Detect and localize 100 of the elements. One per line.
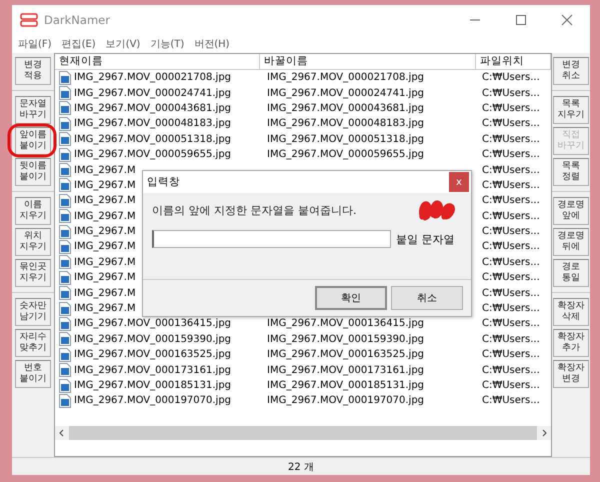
table-cell: C:₩Users... [482, 318, 540, 330]
table-cell: IMG_2967.MOV_000024741.jpg [267, 88, 424, 99]
table-cell: C:₩Users... [482, 241, 540, 252]
dialog-button[interactable]: 확인 [315, 286, 387, 310]
table-cell: IMG_2967.MOV_000159390.jpg [74, 334, 232, 345]
image-file-icon [59, 394, 71, 408]
image-file-icon [59, 116, 71, 131]
image-file-icon [59, 332, 71, 346]
image-file-icon [59, 240, 71, 254]
side-button[interactable]: 번호 붙이기 [15, 360, 51, 388]
side-button[interactable]: 앞이름 붙이기 [15, 127, 51, 155]
column-header[interactable]: 현재이름 [55, 54, 260, 69]
table-cell: IMG_2967.MOV_000043681.jpg [74, 102, 232, 114]
table-cell: IMG_2967.MOV_000051318.jpg [267, 134, 424, 145]
table-cell: C:₩Users... [482, 380, 540, 391]
table-cell: C:₩Users... [482, 180, 540, 191]
table-cell: IMG_2967.MOV_000024741.jpg [74, 88, 232, 99]
table-cell: IMG_2967.MOV_000197070.jpg [267, 395, 424, 406]
table-cell: IMG_2967.M [74, 272, 136, 284]
table-cell: IMG_2967.M [74, 210, 136, 222]
table-cell: IMG_2967.M [74, 195, 136, 206]
side-button[interactable]: 묶인곳 지우기 [15, 259, 51, 287]
image-file-icon [59, 163, 71, 178]
image-file-icon [59, 255, 71, 270]
table-cell: C:₩Users... [482, 288, 540, 299]
table-cell: C:₩Users... [482, 334, 540, 345]
side-button[interactable]: 뒷이름 붙이기 [15, 158, 51, 186]
dialog-button[interactable]: 취소 [391, 286, 463, 310]
image-file-icon [59, 378, 71, 392]
column-header[interactable]: 파일위치 [476, 54, 551, 69]
window-title: DarkNamer [44, 13, 110, 27]
table-cell: IMG_2967.M [74, 164, 136, 176]
table-cell: IMG_2967.MOV_000021708.jpg [74, 72, 232, 84]
side-button[interactable]: 목록 지우기 [553, 96, 589, 124]
table-cell: IMG_2967.M [74, 180, 136, 191]
menu-item[interactable]: 편집(E) [62, 37, 96, 51]
table-cell: C:₩Users... [482, 72, 540, 84]
side-button[interactable]: 자리수 맞추기 [15, 329, 51, 357]
table-cell: IMG_2967.MOV_000021708.jpg [267, 72, 424, 84]
image-file-icon [59, 70, 71, 85]
table-cell: C:₩Users... [482, 164, 540, 176]
image-file-icon [59, 178, 71, 192]
close-button[interactable]: x [449, 172, 469, 192]
image-file-icon [59, 209, 71, 224]
image-file-icon [59, 101, 71, 116]
table-cell: IMG_2967.MOV_000163525.jpg [74, 349, 232, 360]
side-button[interactable]: 위치 지우기 [15, 228, 51, 256]
image-file-icon [59, 286, 71, 300]
image-file-icon [59, 316, 71, 331]
image-file-icon [59, 302, 71, 316]
table-cell: IMG_2967.MOV_000185131.jpg [267, 380, 424, 391]
table-cell: C:₩Users... [482, 256, 540, 268]
side-button[interactable]: 변경 적용 [15, 57, 51, 85]
table-cell: IMG_2967.MOV_000059655.jpg [267, 149, 424, 160]
side-button[interactable]: 목록 정렬 [553, 158, 589, 186]
side-button[interactable]: 확장자 변경 [553, 360, 589, 388]
table-cell: IMG_2967.M [74, 303, 136, 314]
table-cell: IMG_2967.M [74, 226, 136, 238]
menu-item[interactable]: 파일(F) [18, 37, 52, 51]
menu-item[interactable]: 보기(V) [106, 37, 140, 51]
app-icon [20, 13, 38, 27]
input-field[interactable] [152, 230, 391, 248]
table-cell: C:₩Users... [482, 149, 540, 160]
image-file-icon [59, 148, 71, 162]
horizontal-scrollbar[interactable] [55, 426, 551, 440]
side-button[interactable]: 변경 취소 [553, 57, 589, 85]
table-cell: IMG_2967.M [74, 288, 136, 299]
table-cell: IMG_2967.MOV_000197070.jpg [74, 395, 232, 406]
table-cell: IMG_2967.M [74, 241, 136, 252]
table-cell: IMG_2967.M [74, 256, 136, 268]
table-cell: C:₩Users... [482, 195, 540, 206]
column-header[interactable]: 바꿀이름 [260, 54, 476, 69]
menu-item[interactable]: 버전(H) [194, 37, 230, 51]
image-file-icon [59, 363, 71, 378]
table-cell: C:₩Users... [482, 226, 540, 238]
table-cell: IMG_2967.MOV_000043681.jpg [267, 102, 424, 114]
table-cell: IMG_2967.MOV_000048183.jpg [74, 118, 232, 130]
table-cell: IMG_2967.MOV_000048183.jpg [267, 118, 424, 130]
table-cell: C:₩Users... [482, 88, 540, 99]
side-button[interactable]: 문자열 바꾸기 [15, 96, 51, 124]
table-cell: C:₩Users... [482, 118, 540, 130]
menu-item[interactable]: 기능(T) [150, 37, 184, 51]
table-cell: IMG_2967.MOV_000051318.jpg [74, 134, 232, 145]
table-cell: C:₩Users... [482, 102, 540, 114]
side-button[interactable]: 경로명 뒤에 [553, 228, 589, 256]
image-file-icon [59, 348, 71, 362]
side-button[interactable]: 숫자만 남기기 [15, 298, 51, 326]
table-cell: IMG_2967.MOV_000185131.jpg [74, 380, 232, 391]
table-cell: C:₩Users... [482, 303, 540, 314]
table-cell: C:₩Users... [482, 395, 540, 406]
side-button[interactable]: 경로명 앞에 [553, 197, 589, 225]
side-button[interactable]: 경로 통일 [553, 259, 589, 287]
table-cell: C:₩Users... [482, 210, 540, 222]
side-button[interactable]: 확장자 추가 [553, 329, 589, 357]
image-file-icon [59, 270, 71, 285]
side-button[interactable]: 확장자 삭제 [553, 298, 589, 326]
image-file-icon [59, 224, 71, 239]
table-cell: C:₩Users... [482, 349, 540, 360]
dialog-title: 입력창 [147, 175, 180, 189]
side-button[interactable]: 이름 지우기 [15, 197, 51, 225]
